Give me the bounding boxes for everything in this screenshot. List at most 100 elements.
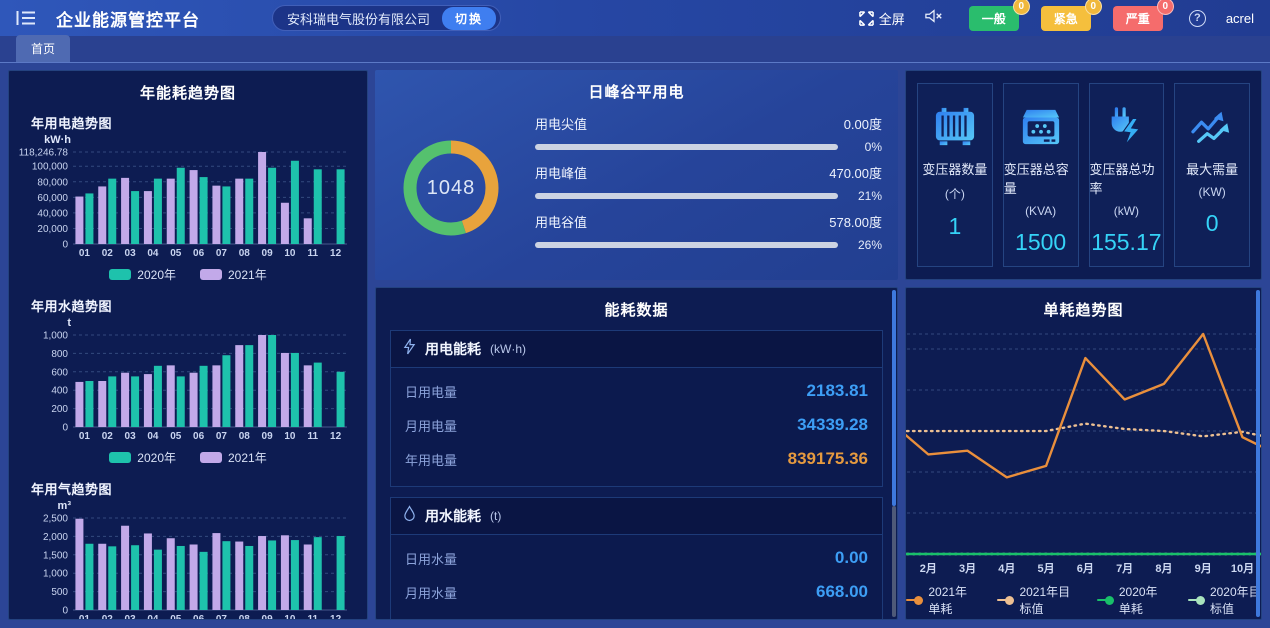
alert-normal-button[interactable]: 一般 0 [969,6,1019,31]
table-row: 月用水量 668.00 [403,575,870,609]
svg-text:10: 10 [284,431,296,442]
help-icon[interactable] [1189,10,1206,27]
fullscreen-label: 全屏 [879,9,905,28]
legend-2020[interactable]: 2020年 [109,266,176,283]
legend-2020-target[interactable]: 2020年目标值 [1188,583,1261,617]
svg-text:12: 12 [330,614,342,620]
scrollbar-thumb[interactable] [1256,290,1260,617]
svg-text:2,500: 2,500 [43,514,68,525]
svg-text:02: 02 [102,431,114,442]
svg-text:100,000: 100,000 [32,162,69,173]
unit-trend-panel: 单耗趋势图 0100200300400500536.671月2月3月4月5月6月… [905,287,1262,620]
stat-value: 1 [948,213,961,240]
svg-text:07: 07 [216,431,228,442]
donut-center-value: 1048 [393,130,509,246]
alert-normal-badge: 0 [1013,0,1030,15]
svg-text:04: 04 [147,614,159,620]
collapse-menu-icon[interactable] [16,9,38,27]
company-selector[interactable]: 安科瑞电气股份有限公司 切换 [272,5,501,31]
svg-text:1,000: 1,000 [43,569,68,580]
svg-text:08: 08 [239,431,251,442]
switch-company-button[interactable]: 切换 [442,7,496,30]
annual-water-chart: 年用水趋势图 t02004006008001,00001020304050607… [9,288,367,469]
svg-text:10: 10 [284,248,296,259]
legend-2021-target[interactable]: 2021年目标值 [997,583,1070,617]
legend-2021-consumption[interactable]: 2021年单耗 [906,583,971,617]
panel-scrollbar[interactable] [1256,290,1260,617]
svg-text:40,000: 40,000 [37,208,68,219]
svg-text:11: 11 [307,614,318,620]
svg-text:06: 06 [193,248,205,259]
svg-text:0: 0 [62,423,68,434]
transformer-stats-panel: 变压器数量 (个) 1 变 [905,70,1262,280]
svg-text:08: 08 [239,614,251,620]
pv-row-peak: 用电峰值 470.00度 21% [535,163,882,203]
svg-text:06: 06 [193,614,205,620]
svg-text:kW·h: kW·h [44,134,71,146]
table-row: 年用电量 839175.36 [403,442,870,476]
svg-text:5月: 5月 [1037,562,1054,575]
svg-text:200: 200 [51,404,68,415]
svg-text:400: 400 [51,386,68,397]
svg-text:800: 800 [51,349,68,360]
alert-urgent-button[interactable]: 紧急 0 [1041,6,1091,31]
table-row: 日用电量 2183.81 [403,374,870,408]
svg-text:05: 05 [170,431,182,442]
legend-2021[interactable]: 2021年 [200,449,267,466]
svg-text:03: 03 [125,248,137,259]
svg-text:80,000: 80,000 [37,177,68,188]
annual-gas-chart: 年用气趋势图 m³05001,0001,5002,0002,5000102030… [9,471,367,620]
progress-track [535,144,838,150]
svg-text:3月: 3月 [958,562,975,575]
svg-text:11: 11 [307,248,318,259]
svg-text:04: 04 [147,248,159,259]
stat-card-transformer-count: 变压器数量 (个) 1 [917,83,993,267]
power-plug-icon [1104,104,1148,150]
water-drop-icon [403,505,416,527]
company-name: 安科瑞电气股份有限公司 [287,9,430,28]
fullscreen-icon [859,11,874,26]
panel-scrollbar[interactable] [892,290,896,617]
alert-critical-badge: 0 [1157,0,1174,15]
tab-home[interactable]: 首页 [16,35,70,62]
alert-critical-button[interactable]: 严重 0 [1113,6,1163,31]
svg-text:1,000: 1,000 [43,331,68,342]
mute-speaker-icon[interactable] [925,9,943,28]
svg-text:12: 12 [330,431,342,442]
annual-electricity-chart: 年用电趋势图 kW·h020,00040,00060,00080,000100,… [9,105,367,286]
energy-data-title: 能耗数据 [376,288,897,320]
table-row: 月用电量 34339.28 [403,408,870,442]
svg-text:7月: 7月 [1116,562,1133,575]
electricity-consumption-section: 用电能耗 (kW·h) 日用电量 2183.81 月用电量 34339.28 年… [390,330,883,487]
svg-text:10: 10 [284,614,296,620]
transformer-icon [932,104,978,150]
svg-text:02: 02 [102,614,114,620]
app-header: 企业能源管控平台 安科瑞电气股份有限公司 切换 全屏 一般 0 [0,0,1270,36]
peak-valley-title: 日峰谷平用电 [375,70,898,102]
pv-row-valley: 用电谷值 578.00度 26% [535,212,882,252]
legend-2021[interactable]: 2021年 [200,266,267,283]
svg-text:118,246.78: 118,246.78 [19,148,69,159]
capacity-icon [1019,104,1063,150]
svg-text:0: 0 [62,240,68,251]
svg-text:12: 12 [330,248,342,259]
tab-bar: 首页 [0,36,1270,63]
svg-text:20,000: 20,000 [37,224,68,235]
svg-text:02: 02 [102,248,114,259]
page-title: 企业能源管控平台 [56,6,200,31]
svg-text:m³: m³ [58,500,72,512]
legend-2020[interactable]: 2020年 [109,449,176,466]
stat-card-total-capacity: 变压器总容量 (KVA) 1500 [1003,83,1079,267]
fullscreen-button[interactable]: 全屏 [859,9,905,28]
svg-text:07: 07 [216,614,228,620]
progress-track [535,193,838,199]
svg-text:07: 07 [216,248,228,259]
legend-2020-consumption[interactable]: 2020年单耗 [1097,583,1162,617]
energy-data-panel: 能耗数据 用电能耗 (kW·h) 日用电量 2183.81 月用电量 34 [375,287,898,620]
scrollbar-thumb[interactable] [892,290,896,506]
trend-arrows-icon [1189,104,1235,150]
unit-trend-chart: 0100200300400500536.671月2月3月4月5月6月7月8月9月… [906,320,1261,583]
username[interactable]: acrel [1226,11,1254,26]
svg-text:09: 09 [262,431,274,442]
table-row: 日用水量 0.00 [403,541,870,575]
